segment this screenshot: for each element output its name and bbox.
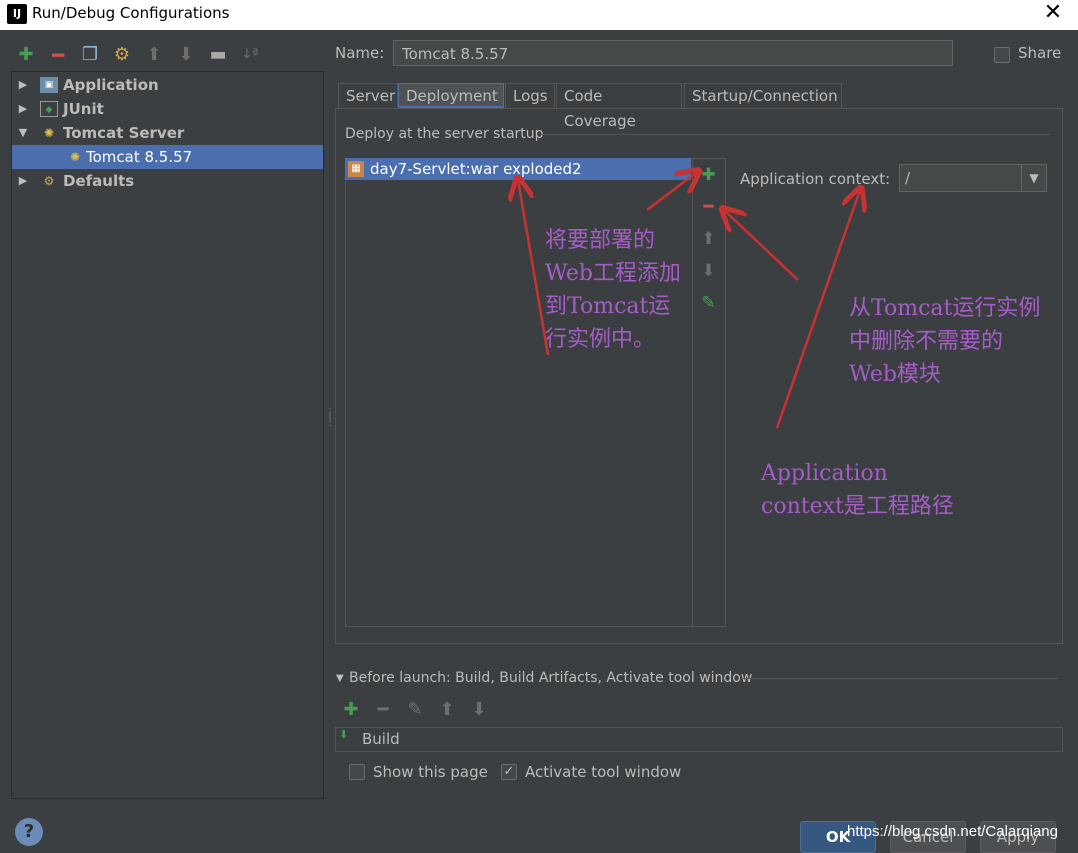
- app-context-label: Application context:: [740, 170, 891, 188]
- app-context-value: /: [905, 169, 911, 187]
- app-context-combobox[interactable]: / ▼: [899, 164, 1047, 192]
- annotation-line: Web模块: [849, 362, 941, 387]
- show-page-checkbox[interactable]: [349, 764, 365, 780]
- wrench-icon[interactable]: ⚙: [111, 44, 133, 66]
- tree-item-application[interactable]: ▶ ▣ Application: [12, 73, 323, 97]
- copy-icon[interactable]: ❐: [79, 44, 101, 66]
- tab-logs[interactable]: Logs: [505, 83, 555, 108]
- arrow-up-icon[interactable]: ⬆: [692, 227, 725, 251]
- tomcat-icon: ✺: [43, 126, 55, 140]
- arrow-down-icon[interactable]: ⬇: [468, 699, 490, 721]
- section-divider: [540, 134, 1050, 135]
- name-label: Name:: [335, 44, 385, 62]
- war-exploded-icon: ▦: [348, 161, 364, 177]
- annotation-line: context是工程路径: [761, 494, 954, 519]
- edit-icon[interactable]: ✎: [692, 291, 725, 315]
- name-input[interactable]: Tomcat 8.5.57: [393, 40, 953, 66]
- deploy-section-label: Deploy at the server startup: [345, 126, 544, 142]
- build-label: Build: [362, 730, 400, 748]
- add-icon[interactable]: ✚: [15, 44, 37, 66]
- collapse-arrow-icon[interactable]: ▼: [336, 673, 344, 684]
- tomcat-icon: ✺: [69, 150, 81, 164]
- artifact-list-item[interactable]: ▦ day7-Servlet:war exploded2: [345, 158, 691, 180]
- chevron-down-icon[interactable]: ▼: [1021, 165, 1046, 191]
- annotation-line: 到Tomcat运: [545, 294, 671, 319]
- artifact-toolbar: ✚ ━ ⬆ ⬇ ✎: [692, 158, 726, 627]
- tree-item-label: Defaults: [63, 172, 135, 190]
- artifact-label: day7-Servlet:war exploded2: [370, 160, 582, 178]
- splitter-handle[interactable]: ⋮ ⋮ ⋮: [325, 408, 335, 428]
- junit-icon: ◆: [40, 101, 58, 117]
- application-icon: ▣: [40, 77, 58, 93]
- arrow-down-icon[interactable]: ⬇: [175, 44, 197, 66]
- wrench-icon: ⚙: [43, 174, 55, 188]
- intellij-app-icon: IJ: [7, 4, 27, 24]
- build-icon: ⬇: [339, 728, 349, 741]
- annotation-line: Application: [761, 461, 888, 486]
- activate-tool-label: Activate tool window: [525, 763, 682, 781]
- sort-icon[interactable]: ↓ª: [239, 44, 261, 66]
- tab-server[interactable]: Server: [338, 83, 398, 108]
- title-bar: IJ Run/Debug Configurations ✕: [0, 0, 1078, 30]
- arrow-down-icon[interactable]: ⬇: [692, 259, 725, 283]
- arrow-up-icon[interactable]: ⬆: [143, 44, 165, 66]
- annotation-line: 行实例中。: [545, 327, 656, 352]
- add-icon[interactable]: ✚: [340, 699, 362, 721]
- expand-arrow-icon[interactable]: ▶: [16, 97, 30, 121]
- tree-item-label: JUnit: [63, 100, 104, 118]
- annotation-line: 中删除不需要的: [849, 329, 1004, 354]
- remove-icon[interactable]: ━: [692, 195, 725, 219]
- arrow-up-icon[interactable]: ⬆: [436, 699, 458, 721]
- remove-icon[interactable]: ━: [372, 699, 394, 721]
- expand-arrow-icon[interactable]: ▶: [16, 169, 30, 193]
- remove-icon[interactable]: ━: [47, 44, 69, 66]
- tree-item-junit[interactable]: ▶ ◆ JUnit: [12, 97, 323, 121]
- edit-icon[interactable]: ✎: [404, 699, 426, 721]
- section-divider: [742, 678, 1058, 679]
- share-checkbox[interactable]: [994, 47, 1010, 63]
- tab-startup-connection[interactable]: Startup/Connection: [684, 83, 842, 108]
- tab-code-coverage[interactable]: Code Coverage: [556, 83, 682, 130]
- watermark: https://blog.csdn.net/Calarqiang: [847, 823, 1058, 840]
- tree-item-label: Tomcat 8.5.57: [86, 148, 193, 166]
- close-icon[interactable]: ✕: [1042, 0, 1064, 26]
- help-button[interactable]: ?: [15, 818, 43, 846]
- annotation-remove: 从Tomcat运行实例 中删除不需要的 Web模块: [849, 292, 1040, 391]
- activate-tool-checkbox[interactable]: ✓: [501, 764, 517, 780]
- show-page-label: Show this page: [373, 763, 488, 781]
- annotation-context: Application context是工程路径: [761, 457, 954, 523]
- annotation-line: 从Tomcat运行实例: [849, 296, 1041, 321]
- configuration-tree: ▶ ▣ Application ▶ ◆ JUnit ▼ ✺ Tomcat Ser…: [11, 71, 324, 799]
- tree-item-tomcat-8557[interactable]: ✺ Tomcat 8.5.57: [12, 145, 323, 169]
- before-launch-label[interactable]: Before launch: Build, Build Artifacts, A…: [349, 670, 752, 686]
- tree-item-label: Application: [63, 76, 159, 94]
- window-title: Run/Debug Configurations: [32, 4, 230, 22]
- share-label: Share: [1018, 44, 1062, 62]
- before-launch-item-build[interactable]: ⬇ Build: [335, 727, 1063, 752]
- annotation-add: 将要部署的 Web工程添加 到Tomcat运 行实例中。: [545, 224, 681, 356]
- annotation-line: Web工程添加: [545, 261, 681, 286]
- annotation-line: 将要部署的: [545, 228, 656, 253]
- add-icon[interactable]: ✚: [692, 163, 725, 187]
- expand-arrow-icon[interactable]: ▶: [16, 73, 30, 97]
- tree-item-defaults[interactable]: ▶ ⚙ Defaults: [12, 169, 323, 193]
- collapse-arrow-icon[interactable]: ▼: [16, 121, 30, 145]
- tree-item-tomcat-server[interactable]: ▼ ✺ Tomcat Server: [12, 121, 323, 145]
- tab-deployment[interactable]: Deployment: [398, 83, 504, 108]
- folder-icon[interactable]: ▬: [207, 44, 229, 66]
- tree-item-label: Tomcat Server: [63, 124, 185, 142]
